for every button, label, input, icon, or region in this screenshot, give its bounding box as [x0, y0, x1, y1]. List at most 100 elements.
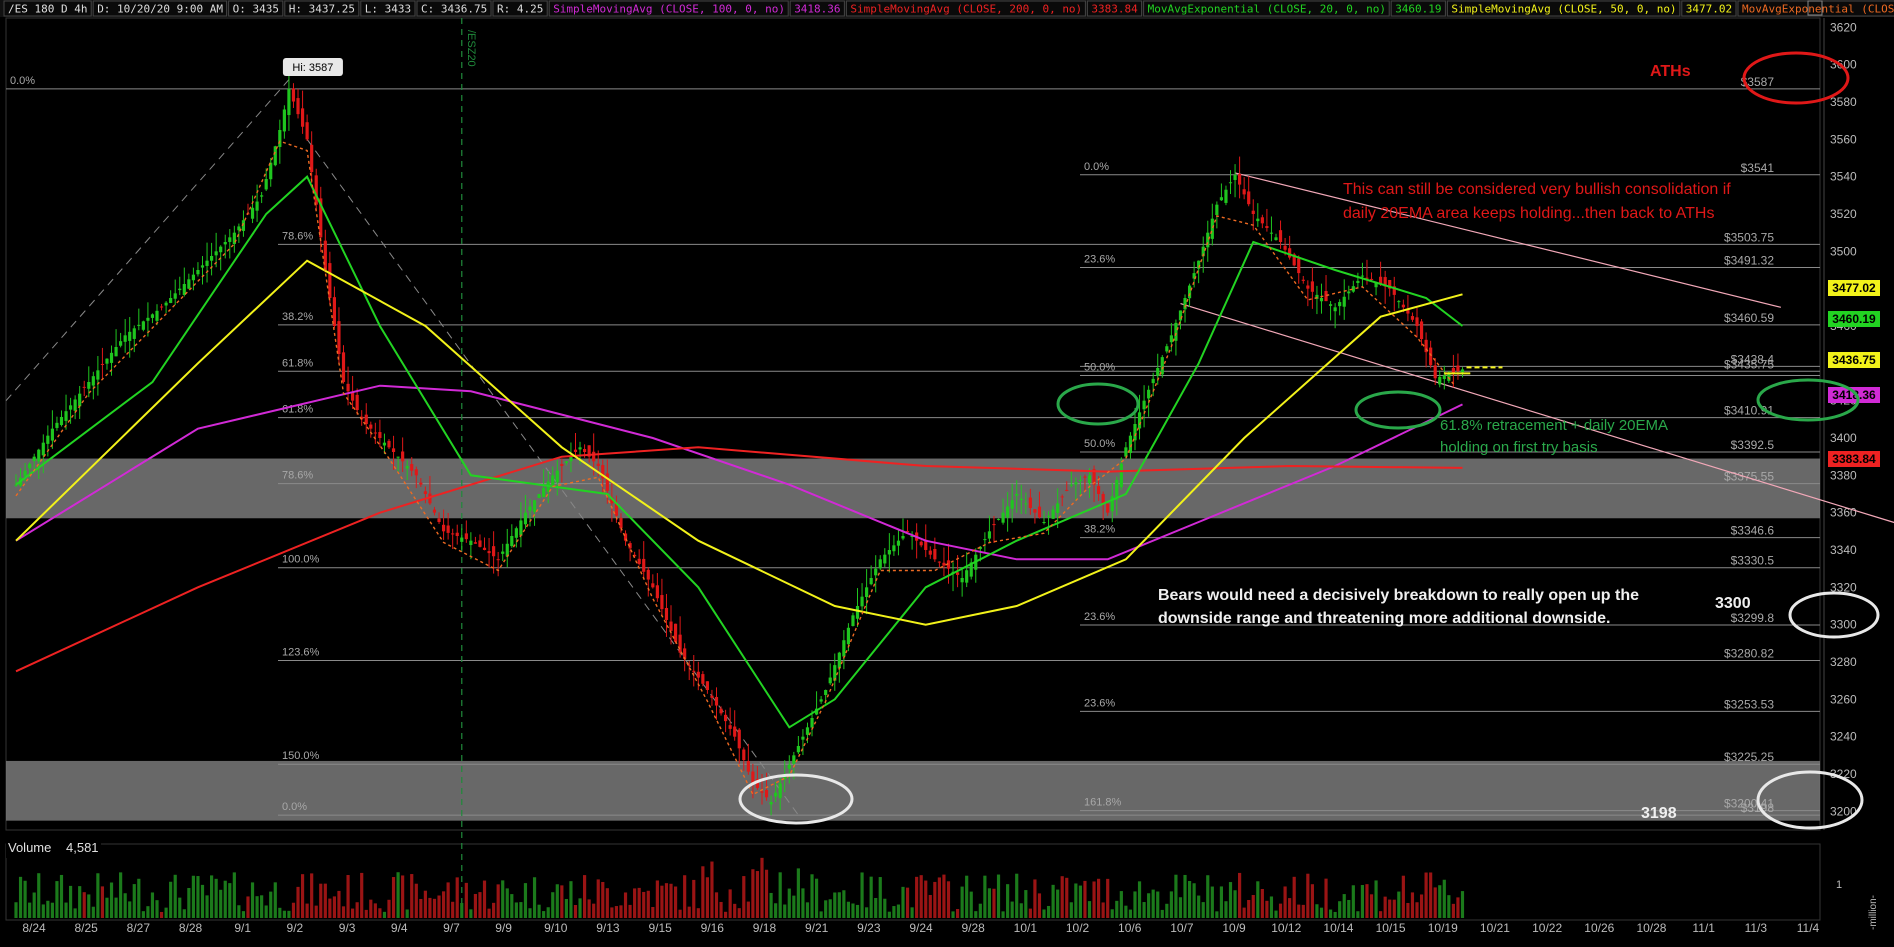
candle-body	[155, 310, 159, 321]
volume-bar	[18, 876, 23, 918]
header-study-value: 3460.19	[1395, 3, 1441, 16]
volume-bar	[296, 886, 300, 918]
candle-body	[901, 536, 905, 539]
volume-bar	[623, 892, 628, 918]
volume-bar	[492, 902, 496, 918]
price-axis-tick: 3400	[1830, 431, 1857, 445]
volume-bar	[869, 876, 873, 918]
candle-body	[441, 524, 446, 532]
volume-bar	[728, 889, 732, 918]
price-axis-tick: 3560	[1830, 132, 1857, 146]
candle-body	[28, 463, 32, 469]
candle-body	[896, 540, 901, 546]
candle-body	[96, 370, 100, 380]
candle-body	[551, 475, 555, 486]
volume-bar	[1183, 874, 1187, 918]
candle-body	[464, 533, 468, 540]
volume-bar	[928, 894, 932, 918]
fib-level-percent: 0.0%	[282, 801, 307, 813]
candle-body	[1206, 232, 1210, 248]
chart-window: $3587 0.0% $3541 0.0% $3503.75 78.6% $3491.32 2…	[0, 0, 1894, 942]
candle-body	[373, 432, 377, 434]
volume-bar	[660, 885, 664, 918]
volume-bar	[1233, 890, 1237, 918]
volume-bar	[446, 882, 450, 918]
candle-body	[728, 725, 732, 729]
header-study-value: 3418.36	[794, 3, 840, 16]
volume-bar	[141, 911, 145, 918]
volume-bar	[833, 892, 837, 918]
volume-bar	[610, 907, 614, 918]
header-ohlc: C: 3436.75	[421, 3, 487, 16]
volume-bar	[319, 883, 323, 918]
date-axis-tick: 9/16	[701, 921, 725, 935]
volume-bar	[1324, 878, 1328, 918]
price-badge-value: 3383.84	[1832, 452, 1876, 466]
candle-body	[396, 456, 400, 458]
candle-body	[1224, 189, 1228, 203]
volume-bar	[1115, 900, 1119, 918]
candle-body	[310, 144, 314, 172]
header-ohlc: D: 10/20/20 9:00 AM	[97, 3, 223, 16]
date-axis-tick: 9/28	[961, 921, 985, 935]
candle-body	[369, 424, 373, 429]
volume-bar	[983, 875, 987, 918]
volume-bar	[150, 892, 155, 918]
candle-body	[1306, 285, 1310, 289]
volume-bar	[1347, 899, 1351, 918]
volume-bar	[742, 876, 746, 918]
candle-body	[928, 550, 932, 555]
candle-body	[1360, 275, 1365, 277]
candle-body	[64, 411, 68, 421]
volume-bar	[59, 874, 64, 918]
candle-body	[860, 596, 864, 607]
candle-body	[846, 627, 851, 645]
volume-bar	[23, 880, 27, 918]
volume-bar	[1242, 907, 1246, 918]
candle-body	[473, 542, 478, 544]
volume-bar	[1110, 909, 1114, 918]
candle-body	[742, 749, 746, 760]
candle-body	[1260, 217, 1264, 224]
candle-body	[1460, 369, 1465, 373]
date-axis-tick: 10/26	[1584, 921, 1614, 935]
candle-body	[119, 341, 123, 346]
volume-bar	[1460, 891, 1465, 918]
date-axis-tick: 9/10	[544, 921, 568, 935]
header-study-value: 3477.02	[1686, 3, 1732, 16]
candle-body	[1347, 291, 1351, 294]
candle-body	[364, 414, 368, 424]
candle-body	[1042, 522, 1046, 523]
candle-body	[1319, 298, 1324, 302]
volume-bar	[291, 902, 296, 918]
volume-bar	[1083, 880, 1087, 918]
volume-bar	[1074, 883, 1078, 918]
volume-bar	[159, 911, 164, 918]
candle-body	[1210, 218, 1214, 239]
volume-bar	[287, 910, 291, 918]
fib-level-percent: 23.6%	[1084, 254, 1115, 266]
candle-body	[1010, 500, 1014, 509]
volume-bar	[260, 895, 264, 918]
candle-body	[1174, 322, 1178, 341]
contract-roll-label: /ESZ20	[465, 30, 477, 67]
candle-body	[737, 729, 741, 749]
date-axis-tick: 9/7	[443, 921, 460, 935]
volume-bar	[560, 885, 564, 918]
candle-body	[851, 615, 855, 626]
header-study-name: MovAvgExponential (CLOSE...	[1742, 3, 1894, 16]
volume-bar	[473, 893, 478, 918]
candle-body	[569, 456, 573, 462]
volume-bar	[633, 888, 637, 918]
bears-note: downside range and threatening more addi…	[1158, 610, 1611, 627]
volume-bar	[360, 872, 364, 918]
volume-bar	[1319, 907, 1324, 918]
volume-bar	[637, 887, 641, 918]
volume-bar	[664, 883, 669, 918]
candle-body	[1442, 375, 1446, 380]
volume-bar	[819, 911, 823, 918]
header-ohlc: H: 3437.25	[289, 3, 355, 16]
date-axis-tick: 10/7	[1170, 921, 1194, 935]
volume-bar	[178, 897, 182, 918]
volume-bar	[692, 879, 696, 918]
